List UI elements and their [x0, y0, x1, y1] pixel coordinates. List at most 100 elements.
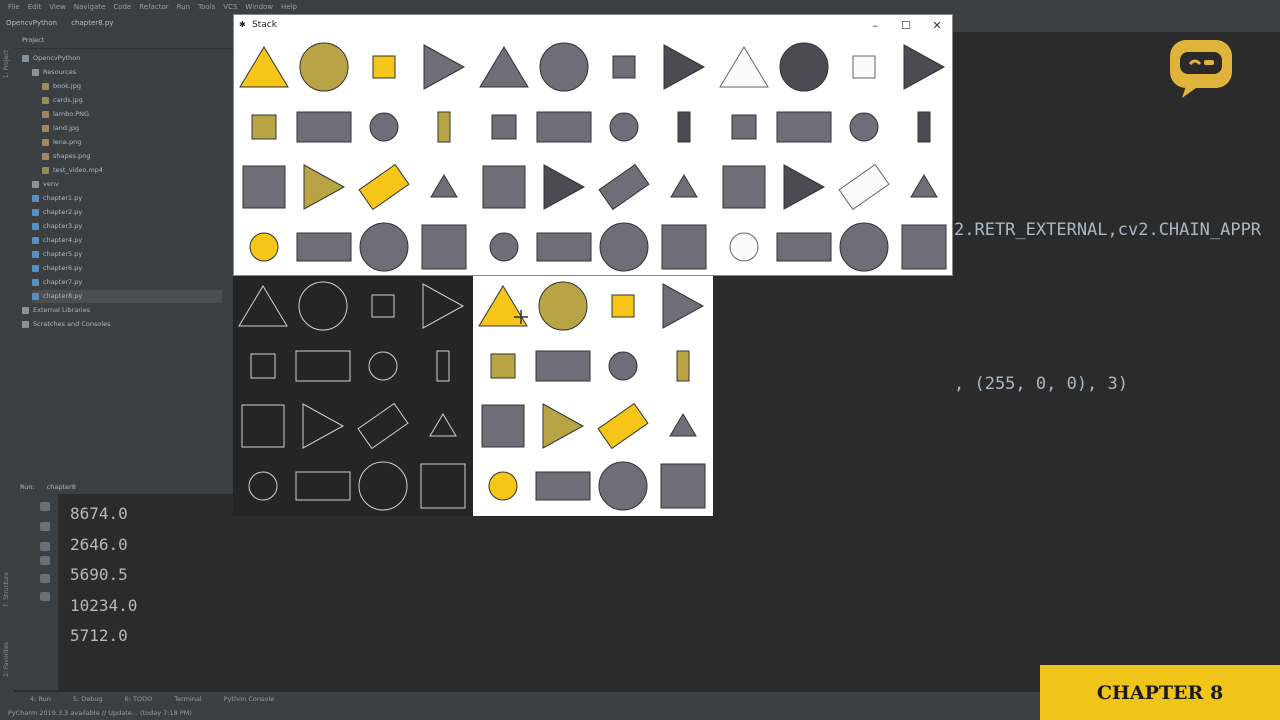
menu-item[interactable]: Run	[177, 0, 190, 14]
stop-icon[interactable]	[40, 522, 50, 531]
project-tool-tab[interactable]: 1: Project	[3, 50, 10, 78]
project-tree-item[interactable]: venv	[32, 178, 222, 191]
menu-item[interactable]: File	[8, 0, 20, 14]
project-panel-title[interactable]: Project	[14, 32, 234, 49]
shape-triangle	[238, 285, 288, 327]
shape-square	[490, 353, 516, 379]
shape-square	[660, 463, 706, 509]
minimize-button[interactable]: –	[860, 15, 890, 37]
run-config-tab[interactable]: chapter8	[47, 483, 76, 491]
project-tree-item[interactable]: chapter4.py	[32, 234, 222, 247]
project-tree-item-label: chapter2.py	[43, 208, 83, 216]
breadcrumb-file[interactable]: chapter8.py	[65, 14, 119, 32]
bottom-tool-tab[interactable]: Python Console	[224, 692, 274, 706]
menu-item[interactable]: VCS	[223, 0, 237, 14]
menu-item[interactable]: Tools	[198, 0, 215, 14]
shape-triangle	[303, 164, 346, 210]
result-image-panel	[473, 276, 713, 516]
project-tree-item[interactable]: land.jpg	[42, 122, 222, 135]
project-tree-item[interactable]: chapter6.py	[32, 262, 222, 275]
project-tree-item[interactable]: chapter7.py	[32, 276, 222, 289]
project-tree-item[interactable]: test_video.mp4	[42, 164, 222, 177]
delete-icon[interactable]	[40, 592, 50, 601]
project-tree-item[interactable]: chapter1.py	[32, 192, 222, 205]
rerun-icon[interactable]	[40, 502, 50, 511]
result-image	[478, 281, 706, 511]
python-file-icon	[32, 250, 39, 258]
project-tree-item[interactable]: chapter8.py	[32, 290, 222, 303]
shape-circle	[608, 351, 638, 381]
shape-square	[491, 114, 517, 140]
project-tree-item[interactable]: chapter2.py	[32, 206, 222, 219]
scroll-end-icon[interactable]	[40, 542, 50, 551]
project-tree-item-label: test_video.mp4	[53, 166, 104, 174]
shape-rectangle	[357, 402, 409, 450]
soft-wrap-icon[interactable]	[40, 556, 50, 565]
project-tree-item-label: chapter6.py	[43, 264, 83, 272]
shape-square	[242, 165, 286, 209]
image-file-icon	[42, 138, 49, 146]
breadcrumb-project[interactable]: OpencvPython	[0, 14, 63, 32]
shape-rectangle	[295, 350, 351, 382]
shape-triangle	[542, 403, 585, 449]
shape-triangle	[239, 46, 289, 88]
folder-icon	[32, 68, 39, 76]
menu-item[interactable]: View	[49, 0, 66, 14]
maximize-button[interactable]: ☐	[891, 15, 921, 37]
bottom-tool-tab[interactable]: 4: Run	[30, 692, 51, 706]
window-titlebar[interactable]: ✱ Stack – ☐ ✕	[234, 15, 952, 37]
shape-square	[250, 353, 276, 379]
python-file-icon	[32, 208, 39, 216]
print-icon[interactable]	[40, 574, 50, 583]
run-tab-bar: Run: chapter8	[14, 480, 234, 494]
shape-rectangle	[535, 471, 591, 501]
project-tree-item[interactable]: Resources	[32, 66, 222, 79]
shape-circle	[368, 351, 398, 381]
project-tree-item[interactable]: OpencvPython	[22, 52, 222, 65]
menu-item[interactable]: Navigate	[74, 0, 105, 14]
menu-item[interactable]: Code	[113, 0, 131, 14]
shape-square	[612, 55, 636, 79]
stack-window[interactable]: ✱ Stack – ☐ ✕	[233, 14, 953, 276]
project-tree-item[interactable]: chapter3.py	[32, 220, 222, 233]
shape-square	[852, 55, 876, 79]
bottom-tool-tab[interactable]: Terminal	[174, 692, 201, 706]
shape-square	[371, 294, 395, 318]
folder-icon	[22, 54, 29, 62]
folder-icon	[22, 306, 29, 314]
project-tree-item-label: lambo.PNG	[53, 110, 89, 118]
favorites-tool-tab[interactable]: 2: Favorites	[3, 642, 10, 677]
close-button[interactable]: ✕	[922, 15, 952, 37]
shape-circle	[249, 232, 279, 262]
shape-rectangle	[536, 111, 592, 143]
bottom-tool-tab[interactable]: 6: TODO	[125, 692, 153, 706]
menu-bar: File Edit View Navigate Code Refactor Run Tools…	[0, 0, 1280, 14]
shape-triangle	[430, 174, 458, 198]
bottom-tool-tab[interactable]: 5: Debug	[73, 692, 103, 706]
shape-triangle	[302, 403, 345, 449]
run-tab-label: Run:	[20, 483, 35, 491]
shape-triangle	[478, 285, 528, 327]
shape-circle	[839, 222, 889, 272]
chapter-badge: CHAPTER 8	[1040, 665, 1280, 720]
menu-item[interactable]: Window	[245, 0, 273, 14]
project-tree-item[interactable]: External Libraries	[22, 304, 222, 317]
project-tree-item[interactable]: lambo.PNG	[42, 108, 222, 121]
shape-circle	[369, 112, 399, 142]
project-tree-item[interactable]: chapter5.py	[32, 248, 222, 261]
project-tree-item[interactable]: Scratches and Consoles	[22, 318, 222, 331]
structure-tool-tab[interactable]: 7: Structure	[3, 572, 10, 608]
shape-triangle	[910, 174, 938, 198]
shape-square	[251, 114, 277, 140]
shape-rectangle	[535, 350, 591, 382]
shape-triangle	[663, 44, 706, 90]
project-tree-item[interactable]: lena.png	[42, 136, 222, 149]
python-file-icon	[32, 278, 39, 286]
menu-item[interactable]: Refactor	[139, 0, 168, 14]
menu-item[interactable]: Edit	[28, 0, 42, 14]
project-tree-item[interactable]: book.jpg	[42, 80, 222, 93]
project-tree-item[interactable]: cards.jpg	[42, 94, 222, 107]
project-tree-item-label: land.jpg	[53, 124, 80, 132]
menu-item[interactable]: Help	[281, 0, 297, 14]
project-tree-item[interactable]: shapes.png	[42, 150, 222, 163]
